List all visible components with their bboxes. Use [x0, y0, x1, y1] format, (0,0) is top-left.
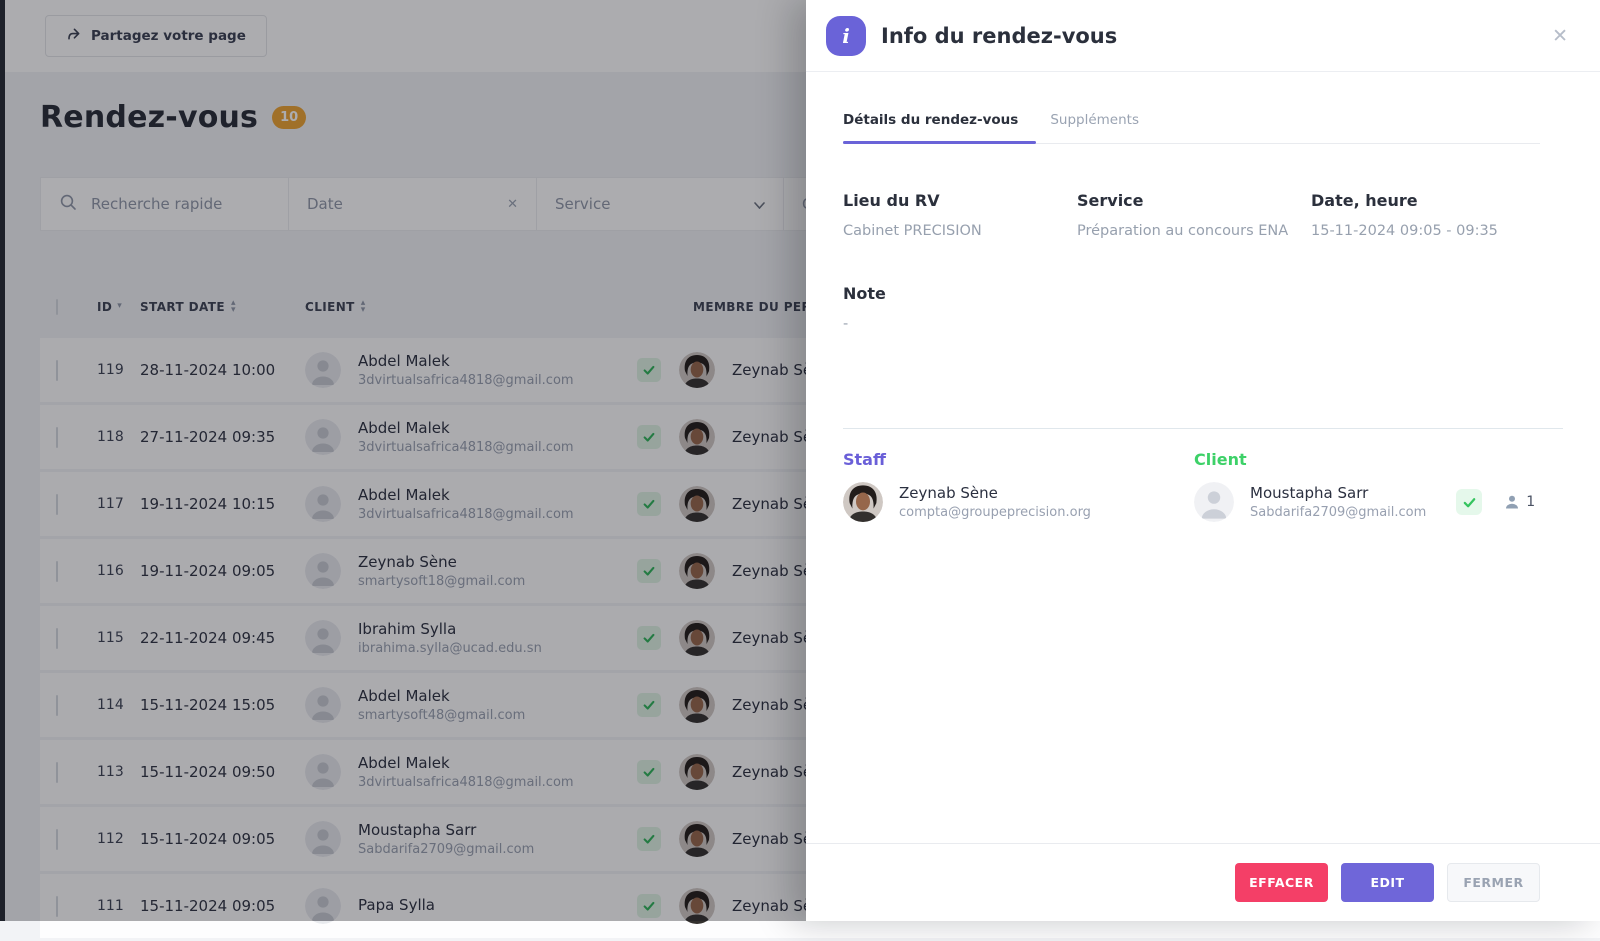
client-name: Moustapha Sarr: [1250, 484, 1369, 502]
service-value: Préparation au concours ENA: [1077, 223, 1289, 239]
client-person: Moustapha Sarr Sabdarifa2709@gmail.com 1: [1194, 482, 1563, 522]
modal-header: i Info du rendez-vous ✕: [806, 0, 1600, 72]
modal-title: Info du rendez-vous: [881, 23, 1118, 48]
client-section-label: Client: [1194, 450, 1247, 469]
appointment-info-modal: i Info du rendez-vous ✕ Détails du rende…: [806, 0, 1600, 921]
delete-button[interactable]: EFFACER: [1235, 863, 1328, 902]
client-approved-icon: [1456, 489, 1483, 515]
persons-count-value: 1: [1526, 494, 1536, 510]
info-icon: i: [826, 15, 866, 56]
modal-body: Lieu du RV Cabinet PRECISION Service Pré…: [806, 144, 1600, 843]
location-label: Lieu du RV: [843, 191, 940, 210]
staff-section-label: Staff: [843, 450, 886, 469]
staff-avatar-photo: [843, 482, 883, 522]
section-divider: [843, 428, 1563, 429]
staff-name: Zeynab Sène: [899, 484, 998, 502]
note-label: Note: [843, 284, 886, 303]
staff-person: Zeynab Sène compta@groupeprecision.org: [843, 482, 1194, 522]
edit-button[interactable]: EDIT: [1341, 863, 1434, 902]
client-email: Sabdarifa2709@gmail.com: [1250, 505, 1427, 520]
modal-footer: EFFACER EDIT FERMER: [806, 843, 1600, 921]
tab-supplements[interactable]: Suppléments: [1050, 112, 1139, 143]
location-value: Cabinet PRECISION: [843, 223, 982, 239]
note-value: -: [843, 316, 849, 332]
staff-email: compta@groupeprecision.org: [899, 505, 1091, 520]
datetime-label: Date, heure: [1311, 191, 1418, 210]
close-icon[interactable]: ✕: [1552, 25, 1568, 47]
close-button[interactable]: FERMER: [1447, 863, 1540, 902]
modal-tabs: Détails du rendez-vous Suppléments: [843, 112, 1540, 144]
tab-details[interactable]: Détails du rendez-vous: [843, 112, 1037, 144]
person-icon: [1506, 495, 1519, 509]
datetime-value: 15-11-2024 09:05 - 09:35: [1311, 223, 1498, 239]
persons-count: 1: [1504, 494, 1535, 510]
service-label: Service: [1077, 191, 1144, 210]
client-avatar-placeholder: [1194, 482, 1234, 522]
